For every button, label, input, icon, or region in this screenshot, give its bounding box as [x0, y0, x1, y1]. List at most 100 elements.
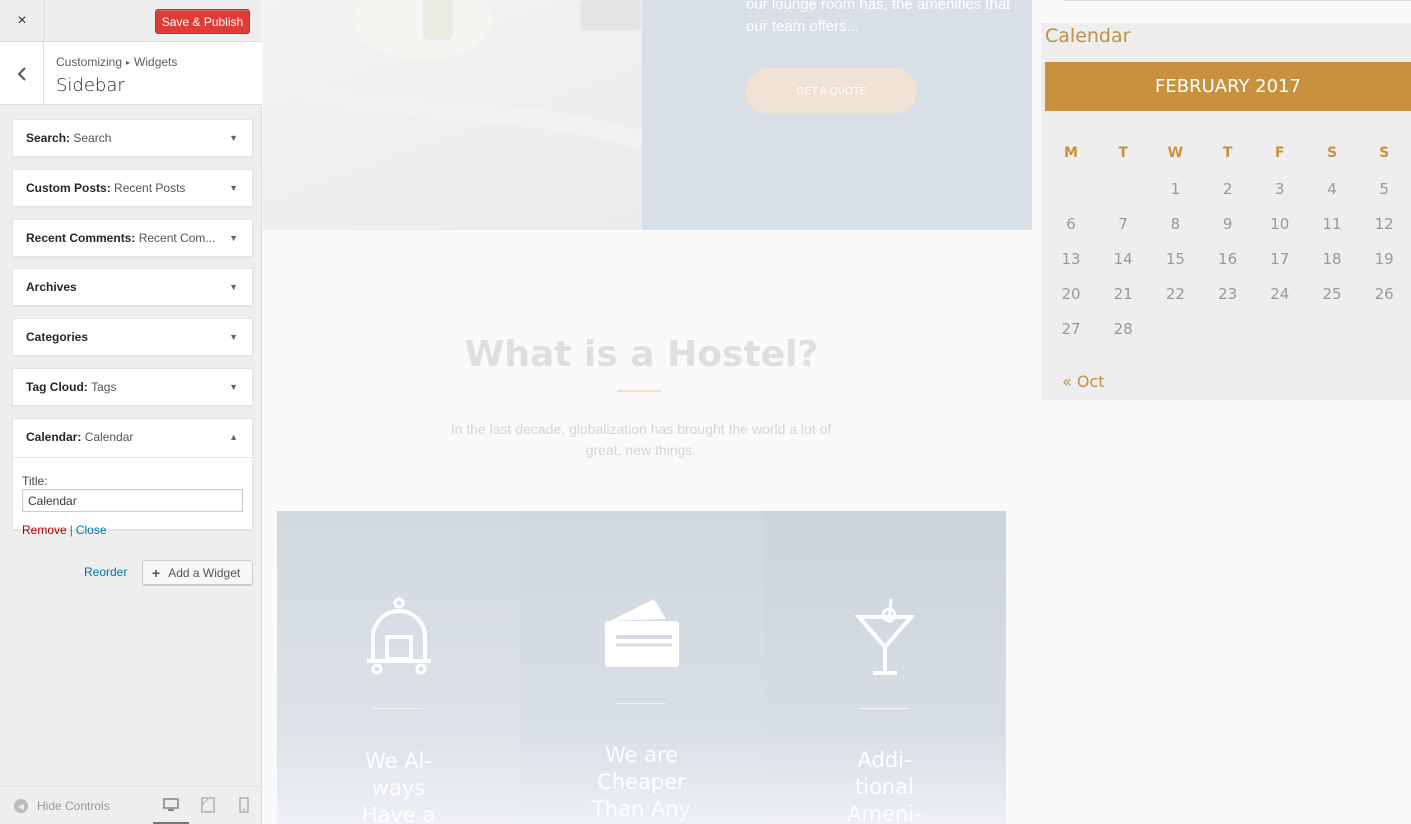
- widget-title: Recent Comments: Recent Com...: [26, 231, 216, 245]
- reorder-link[interactable]: Reorder: [84, 565, 127, 579]
- actions-separator: |: [69, 523, 73, 537]
- calendar-weekday-label: T: [1222, 145, 1233, 161]
- add-widget-label: Add a Widget: [168, 565, 241, 580]
- collapse-arrow-icon[interactable]: ▲: [229, 432, 238, 442]
- calendar-month-header: FEBRUARY 2017: [1045, 62, 1411, 111]
- customizer-footer: ◀ Hide Controls: [0, 786, 261, 824]
- remove-link[interactable]: Remove: [22, 523, 67, 537]
- heading-divider: [617, 390, 661, 392]
- hero-text: our lounge room has, the amenities that …: [746, 0, 1011, 35]
- calendar-day: 12: [1374, 215, 1394, 233]
- calendar-weekday-label: M: [1064, 145, 1078, 161]
- expand-arrow-icon[interactable]: ▼: [229, 183, 238, 193]
- expand-arrow-icon[interactable]: ▼: [229, 332, 238, 342]
- mobile-icon[interactable]: [236, 797, 252, 813]
- calendar-day: 21: [1113, 285, 1133, 303]
- feature-card: Addi-tional Ameni-: [763, 511, 1006, 824]
- calendar-day: 9: [1222, 215, 1233, 233]
- expand-arrow-icon[interactable]: ▼: [229, 382, 238, 392]
- plus-icon: +: [152, 564, 161, 581]
- tablet-icon[interactable]: [200, 797, 216, 813]
- feature-title: We are Cheaper Than Any: [591, 743, 692, 821]
- widget-actions: Remove | Close: [22, 523, 107, 537]
- close-link[interactable]: Close: [76, 523, 107, 537]
- calendar-day: 13: [1061, 250, 1081, 268]
- calendar-weekday-label: W: [1167, 145, 1184, 161]
- section-heading: What is a Hostel?: [464, 334, 819, 375]
- close-customizer-button[interactable]: ×: [0, 0, 45, 42]
- feature-card: We are Cheaper Than Any: [520, 511, 763, 824]
- section-title: Sidebar: [56, 75, 125, 96]
- feature-title: We Al-ways Have a: [361, 749, 436, 824]
- calendar-weekday-label: T: [1118, 145, 1128, 161]
- widget-tag-cloud[interactable]: Tag Cloud: Tags ▼: [12, 368, 253, 406]
- save-publish-button[interactable]: Save & Publish: [155, 9, 250, 34]
- calendar-day: 6: [1066, 215, 1076, 233]
- calendar-day: 8: [1170, 215, 1181, 233]
- calendar-day: 7: [1118, 215, 1128, 233]
- calendar-day: 19: [1374, 250, 1394, 268]
- back-button[interactable]: [0, 42, 44, 105]
- widget-title: Archives: [26, 280, 77, 294]
- feature-title: Addi-tional Ameni-: [847, 748, 922, 824]
- calendar-day: 20: [1061, 285, 1081, 303]
- feature-divider: [373, 708, 423, 709]
- breadcrumb-separator: ▸: [126, 58, 131, 67]
- calendar-day: 11: [1322, 215, 1342, 233]
- calendar-day: 4: [1327, 180, 1337, 198]
- sidebar-top-edge: [1063, 0, 1411, 1]
- wallet-icon: [604, 599, 679, 667]
- calendar-day: 26: [1374, 285, 1394, 303]
- calendar-day: 17: [1270, 250, 1290, 268]
- widget-archives[interactable]: Archives ▼: [12, 268, 253, 306]
- calendar-day: 14: [1113, 250, 1133, 268]
- calendar-day: 2: [1222, 180, 1233, 198]
- widget-recent-comments[interactable]: Recent Comments: Recent Com... ▼: [12, 219, 253, 257]
- hide-controls-label: Hide Controls: [37, 799, 110, 813]
- calendar-day: 10: [1270, 215, 1290, 233]
- feature-divider: [859, 708, 909, 709]
- calendar-day: 3: [1275, 180, 1285, 198]
- feature-card: We Al-ways Have a: [277, 511, 520, 824]
- desktop-icon[interactable]: [163, 797, 179, 813]
- get-quote-button[interactable]: GET A QUOTE: [746, 68, 917, 114]
- chevron-left-icon: [17, 66, 26, 81]
- calendar-day: 1: [1170, 180, 1181, 198]
- expand-arrow-icon[interactable]: ▼: [229, 233, 238, 243]
- calendar-day: 5: [1379, 180, 1389, 198]
- widget-title: Tag Cloud: Tags: [26, 380, 117, 394]
- close-icon: ×: [17, 12, 27, 29]
- hide-controls-button[interactable]: ◀ Hide Controls: [14, 799, 110, 813]
- calendar-weekday-label: S: [1326, 145, 1338, 161]
- title-input[interactable]: [22, 489, 243, 512]
- calendar-weekday-label: S: [1379, 145, 1390, 161]
- feature-divider: [616, 703, 666, 704]
- collapse-icon: ◀: [14, 799, 28, 813]
- calendar-prev-link[interactable]: « Oct: [1062, 372, 1105, 391]
- calendar-day: 22: [1165, 285, 1185, 303]
- breadcrumb-parent: Customizing: [56, 55, 123, 69]
- expand-arrow-icon[interactable]: ▼: [229, 133, 238, 143]
- widget-calendar[interactable]: Calendar: Calendar ▲ Title: Remove|Close: [12, 418, 253, 537]
- widget-form: Title: Remove|Close: [13, 457, 252, 537]
- section-header: Customizing ▸ Widgets Sidebar: [0, 42, 262, 105]
- widget-categories[interactable]: Categories ▼: [12, 318, 253, 356]
- calendar-day: 18: [1322, 250, 1342, 268]
- calendar-day: 27: [1061, 320, 1081, 338]
- widget-custom-posts[interactable]: Custom Posts: Recent Posts ▼: [12, 169, 253, 207]
- breadcrumb: Customizing ▸ Widgets: [56, 55, 177, 69]
- title-field-label: Title:: [22, 474, 48, 488]
- customizer-header: × Save & Publish: [0, 0, 262, 42]
- widget-title: Custom Posts: Recent Posts: [26, 181, 186, 195]
- calendar-day: 23: [1218, 285, 1238, 303]
- calendar-day: 28: [1113, 320, 1133, 338]
- site-preview: our lounge room has, the amenities that …: [263, 0, 1411, 824]
- expand-arrow-icon[interactable]: ▼: [229, 282, 238, 292]
- features-row: We Al-ways Have a We are Cheaper Than Any: [277, 511, 1006, 824]
- hero-panel: our lounge room has, the amenities that …: [642, 0, 1032, 230]
- calendar-day: 15: [1165, 250, 1185, 268]
- widget-search[interactable]: Search: Search ▼: [12, 119, 253, 157]
- add-widget-button[interactable]: + Add a Widget: [142, 560, 253, 585]
- bedroom-photo: [263, 0, 642, 149]
- section-description: In the last decade, globalization has br…: [450, 421, 832, 458]
